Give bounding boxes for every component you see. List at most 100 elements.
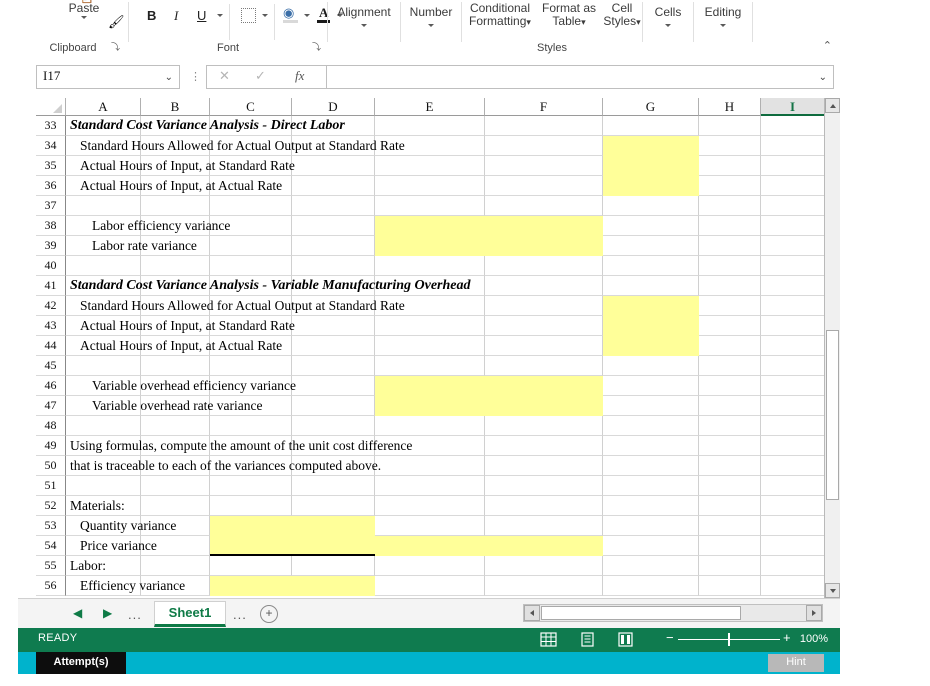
name-box-chevron-down-icon[interactable]: ⌄ <box>165 72 173 83</box>
row-header-56[interactable]: 56 <box>36 576 66 596</box>
cell-H53[interactable] <box>699 516 761 536</box>
cell-F43[interactable] <box>485 316 603 336</box>
ribbon-group-editing[interactable]: Editing <box>694 0 752 56</box>
cell-F53[interactable] <box>485 516 603 536</box>
cell-A51[interactable] <box>66 476 141 496</box>
highlight-C56[interactable] <box>210 576 375 596</box>
highlight-E38[interactable] <box>375 216 603 236</box>
clipboard-dialog-launcher-icon[interactable]: ⤵ <box>111 40 120 53</box>
cell-I51[interactable] <box>761 476 825 496</box>
cell-F34[interactable] <box>485 136 603 156</box>
row-header-35[interactable]: 35 <box>36 156 66 176</box>
column-header-i[interactable]: I <box>761 98 825 116</box>
zoom-in-button[interactable]: + <box>783 630 791 645</box>
highlight-C54[interactable] <box>210 536 375 556</box>
zoom-out-button[interactable]: − <box>666 630 674 645</box>
cell-F42[interactable] <box>485 296 603 316</box>
cell-H34[interactable] <box>699 136 761 156</box>
collapse-ribbon-icon[interactable]: ⌃ <box>823 39 832 52</box>
cell-F52[interactable] <box>485 496 603 516</box>
number-chevron-down-icon[interactable] <box>428 24 434 27</box>
cell-G53[interactable] <box>603 516 699 536</box>
cell-H54[interactable] <box>699 536 761 556</box>
cell-C45[interactable] <box>210 356 292 376</box>
cell-H55[interactable] <box>699 556 761 576</box>
cell-D44[interactable] <box>292 336 375 356</box>
conditional-formatting-button[interactable]: Conditional Formatting▾ <box>464 2 536 29</box>
cell-I53[interactable] <box>761 516 825 536</box>
cells-chevron-down-icon[interactable] <box>665 24 671 27</box>
row-header-37[interactable]: 37 <box>36 196 66 216</box>
cell-H49[interactable] <box>699 436 761 456</box>
column-header-b[interactable]: B <box>141 98 210 116</box>
cell-D45[interactable] <box>292 356 375 376</box>
cell-A48[interactable] <box>66 416 141 436</box>
highlight-G36[interactable] <box>603 176 699 196</box>
cell-G33[interactable] <box>603 116 699 136</box>
cell-A40[interactable] <box>66 256 141 276</box>
highlight-E47[interactable] <box>375 396 603 416</box>
cell-I33[interactable] <box>761 116 825 136</box>
column-header-a[interactable]: A <box>66 98 141 116</box>
cell-E40[interactable] <box>375 256 485 276</box>
cell-F36[interactable] <box>485 176 603 196</box>
row-header-42[interactable]: 42 <box>36 296 66 316</box>
cell-D36[interactable] <box>292 176 375 196</box>
ribbon-group-number[interactable]: Number <box>401 0 461 56</box>
cell-H37[interactable] <box>699 196 761 216</box>
cell-F33[interactable] <box>485 116 603 136</box>
cell-G49[interactable] <box>603 436 699 456</box>
row-header-45[interactable]: 45 <box>36 356 66 376</box>
cell-B37[interactable] <box>141 196 210 216</box>
row-header-55[interactable]: 55 <box>36 556 66 576</box>
cell-B55[interactable] <box>141 556 210 576</box>
insert-function-icon[interactable]: fx <box>295 68 304 84</box>
cell-G52[interactable] <box>603 496 699 516</box>
cell-D43[interactable] <box>292 316 375 336</box>
cell-E35[interactable] <box>375 156 485 176</box>
scroll-down-icon[interactable] <box>825 583 840 598</box>
row-header-39[interactable]: 39 <box>36 236 66 256</box>
cell-G54[interactable] <box>603 536 699 556</box>
row-header-54[interactable]: 54 <box>36 536 66 556</box>
cell-G39[interactable] <box>603 236 699 256</box>
cell-I56[interactable] <box>761 576 825 596</box>
cell-D48[interactable] <box>292 416 375 436</box>
cell-H44[interactable] <box>699 336 761 356</box>
cell-F40[interactable] <box>485 256 603 276</box>
hint-button[interactable]: Hint <box>768 654 824 672</box>
cell-E48[interactable] <box>375 416 485 436</box>
cell-F50[interactable] <box>485 456 603 476</box>
cell-E56[interactable] <box>375 576 485 596</box>
row-header-41[interactable]: 41 <box>36 276 66 296</box>
row-header-47[interactable]: 47 <box>36 396 66 416</box>
cell-I49[interactable] <box>761 436 825 456</box>
cell-I40[interactable] <box>761 256 825 276</box>
cell-I45[interactable] <box>761 356 825 376</box>
cell-G50[interactable] <box>603 456 699 476</box>
cell-I48[interactable] <box>761 416 825 436</box>
cell-H42[interactable] <box>699 296 761 316</box>
next-sheet-icon[interactable]: ▶ <box>103 606 112 620</box>
row-header-44[interactable]: 44 <box>36 336 66 356</box>
cell-E45[interactable] <box>375 356 485 376</box>
cell-I50[interactable] <box>761 456 825 476</box>
column-header-f[interactable]: F <box>485 98 603 116</box>
cell-H47[interactable] <box>699 396 761 416</box>
cell-F37[interactable] <box>485 196 603 216</box>
scroll-up-icon[interactable] <box>825 98 840 113</box>
formula-input[interactable]: ⌄ <box>326 65 834 89</box>
cell-F56[interactable] <box>485 576 603 596</box>
fill-color-icon[interactable]: ◉ <box>283 5 298 20</box>
column-header-d[interactable]: D <box>292 98 375 116</box>
cell-G56[interactable] <box>603 576 699 596</box>
cell-E50[interactable] <box>375 456 485 476</box>
column-header-c[interactable]: C <box>210 98 292 116</box>
underline-button[interactable]: U <box>197 8 206 23</box>
previous-sheet-icon[interactable]: ◀ <box>73 606 82 620</box>
cell-C39[interactable] <box>210 236 292 256</box>
cell-G51[interactable] <box>603 476 699 496</box>
cell-F48[interactable] <box>485 416 603 436</box>
cell-E51[interactable] <box>375 476 485 496</box>
cell-E43[interactable] <box>375 316 485 336</box>
